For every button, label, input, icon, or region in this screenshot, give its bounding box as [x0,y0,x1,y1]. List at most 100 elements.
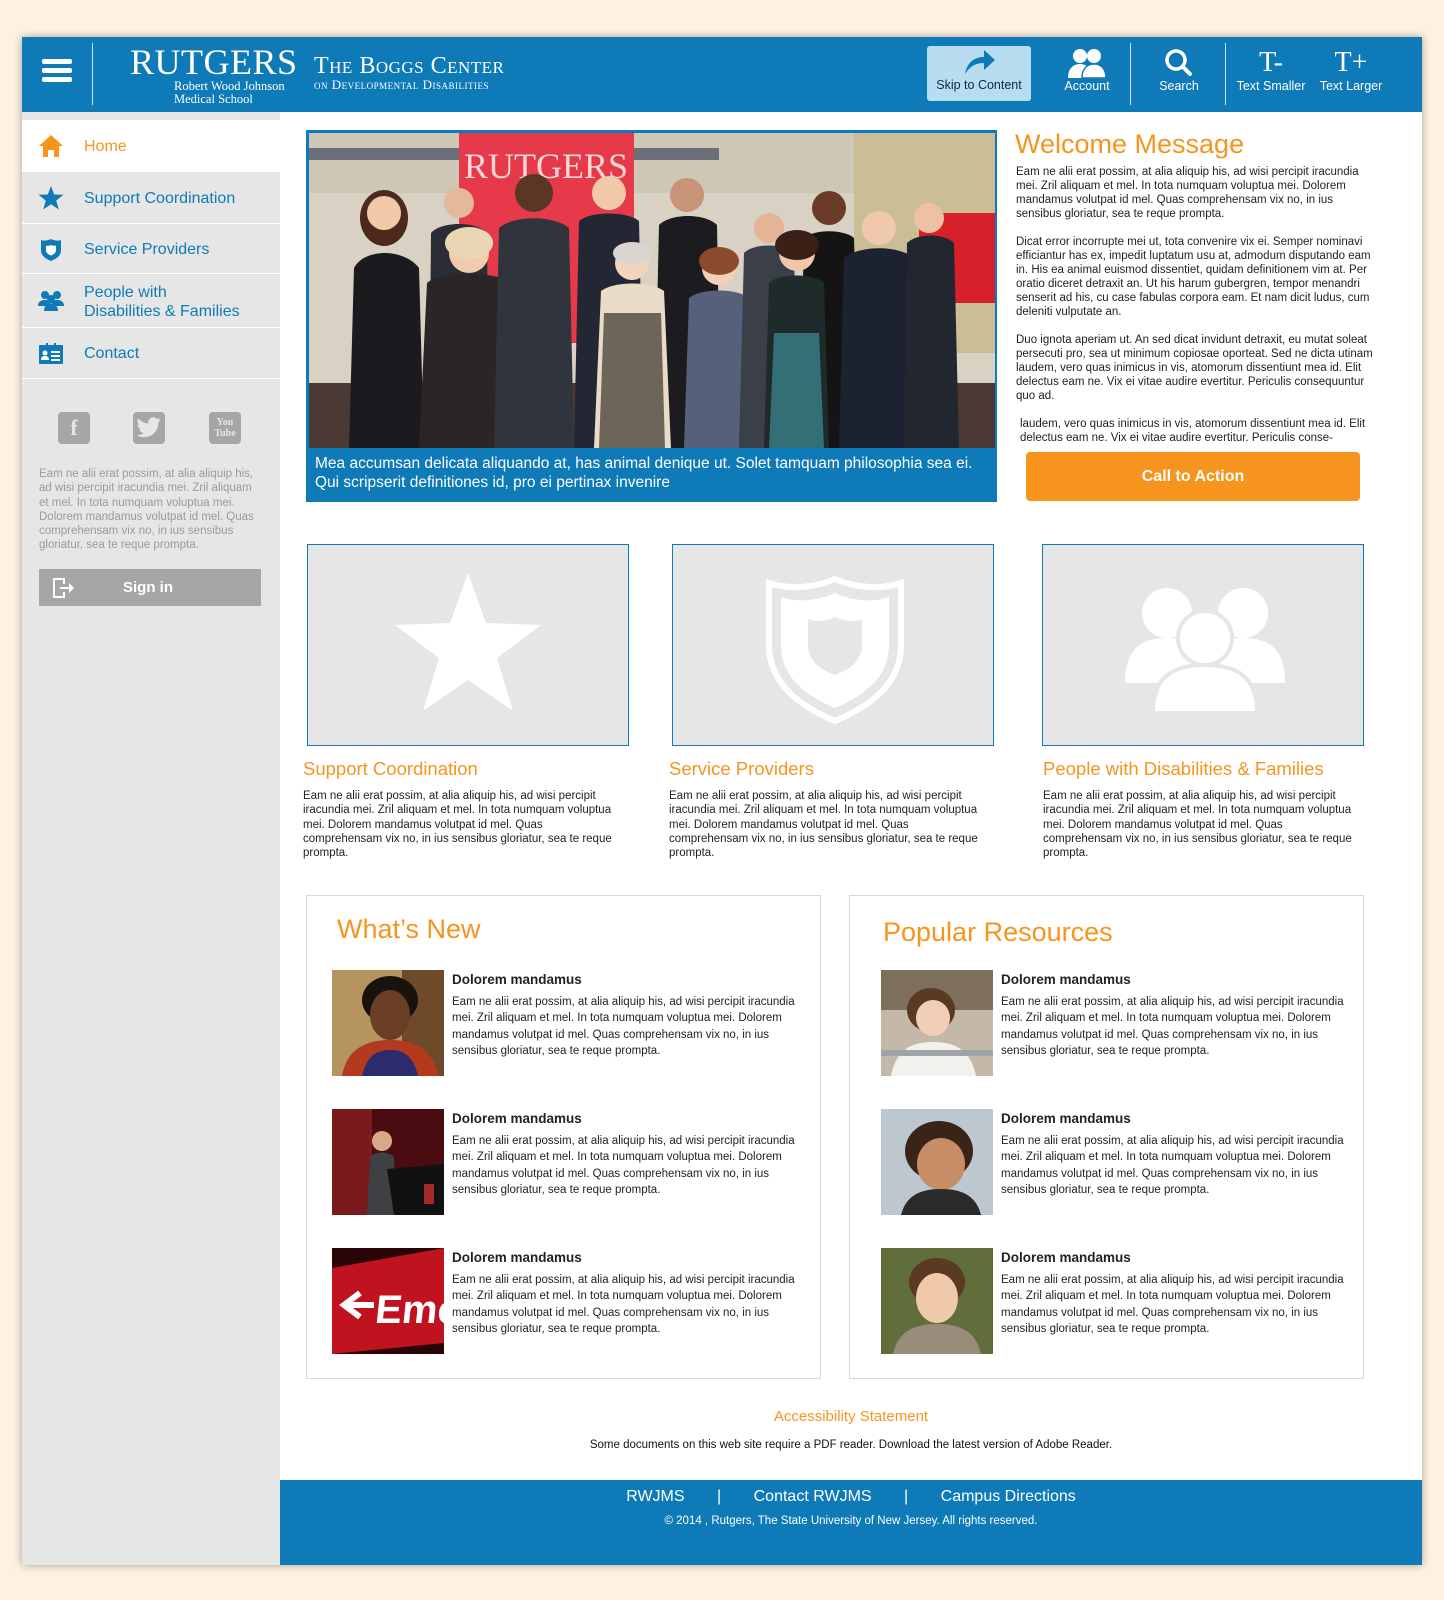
account-icon [1052,47,1122,79]
text-smaller-label: Text Smaller [1236,79,1306,93]
list-item[interactable]: Dolorem mandamus Eam ne alii erat possim… [881,1248,1361,1354]
resource-text: Eam ne alii erat possim, at alia aliquip… [1001,1135,1344,1196]
list-item[interactable]: Dolorem mandamus Eam ne alii erat possim… [881,1109,1361,1215]
news-title[interactable]: Dolorem mandamus [452,1250,582,1265]
list-item[interactable]: Emerg Dolorem mandamus Eam ne alii erat … [332,1248,812,1354]
sidebar: Home Support Coordination Service Provid… [22,112,280,1565]
search-label: Search [1159,79,1199,93]
footer-separator: | [904,1488,909,1505]
news-thumbnail [332,1109,444,1215]
news-text: Eam ne alii erat possim, at alia aliquip… [452,1274,795,1335]
people-card-title[interactable]: People with Disabilities & Families [1043,758,1324,780]
support-coordination-card-image[interactable] [307,544,629,746]
text-larger-label: Text Larger [1319,79,1383,93]
sidebar-description: Eam ne alii erat possim, at alia aliquip… [39,468,254,552]
welcome-paragraph: laudem, vero quas inimicus in vis, atomo… [1020,418,1366,444]
footer-link-contact-rwjms[interactable]: Contact RWJMS [754,1488,872,1506]
support-coordination-card-text: Eam ne alii erat possim, at alia aliquip… [303,790,612,860]
news-text: Eam ne alii erat possim, at alia aliquip… [452,996,795,1057]
sidebar-item-contact[interactable]: Contact [22,329,280,379]
sidebar-item-label: Home [84,138,127,155]
sidebar-item-label: Support Coordination [84,190,236,207]
resource-title[interactable]: Dolorem mandamus [1001,1111,1131,1126]
sidebar-item-label-multiline: People with Disabilities & Families [84,283,240,321]
sidebar-item-service-providers[interactable]: Service Providers [22,225,280,274]
resource-thumbnail [881,1248,993,1354]
text-larger-button[interactable]: T+ Text Larger [1314,47,1388,102]
youtube-icon[interactable]: You Tube [209,412,241,444]
hero-photo: RUTGERS [309,133,995,448]
footer-link-campus-directions[interactable]: Campus Directions [941,1488,1076,1506]
header-divider [1130,43,1131,105]
resource-title[interactable]: Dolorem mandamus [1001,972,1131,987]
sign-in-button[interactable]: Sign in [39,569,261,606]
resource-thumbnail [881,1109,993,1215]
center-name-line-1: The Boggs Center [314,53,505,79]
sidebar-item-support-coordination[interactable]: Support Coordination [22,173,280,224]
accessibility-statement-label[interactable]: Accessibility Statement [774,1408,928,1425]
account-button[interactable]: Account [1052,47,1122,102]
forward-arrow-icon [927,46,1031,78]
site-header: RUTGERS Robert Wood Johnson Medical Scho… [22,37,1422,112]
resource-thumbnail [881,970,993,1076]
list-item[interactable]: Dolorem mandamus Eam ne alii erat possim… [332,970,812,1076]
sidebar-item-home[interactable]: Home [22,120,280,172]
support-coordination-card-title[interactable]: Support Coordination [303,758,478,780]
hero-caption: Mea accumsan delicata aliquando at, has … [315,455,973,491]
sign-in-icon [51,577,75,603]
search-button[interactable]: Search [1146,47,1212,102]
resource-title[interactable]: Dolorem mandamus [1001,1250,1131,1265]
emergency-sign-text: Emerg [373,1288,444,1332]
footer-separator: | [717,1488,722,1505]
list-item[interactable]: Dolorem mandamus Eam ne alii erat possim… [332,1109,812,1215]
skip-to-content-button[interactable]: Skip to Content [927,46,1031,101]
copyright-text: © 2014 , Rutgers, The State University o… [664,1515,1038,1527]
skip-to-content-label: Skip to Content [936,78,1022,92]
people-icon [1125,583,1285,718]
list-item[interactable]: Dolorem mandamus Eam ne alii erat possim… [881,970,1361,1076]
popular-resources-title: Popular Resources [883,917,1113,947]
welcome-title: Welcome Message [1015,129,1245,159]
rutgers-logo[interactable]: RUTGERS [130,41,298,83]
home-icon [38,134,64,158]
service-providers-card-text: Eam ne alii erat possim, at alia aliquip… [669,790,978,860]
call-to-action-button[interactable]: Call to Action [1026,452,1360,501]
site-footer: RWJMS | Contact RWJMS | Campus Direction… [280,1480,1422,1565]
shield-icon [38,238,64,262]
pdf-reader-note: Some documents on this web site require … [589,1439,1113,1451]
twitter-icon[interactable]: t [133,412,165,444]
sidebar-item-label: Contact [84,345,140,362]
center-name-line-2: on Developmental Disabilities [314,77,490,92]
accessibility-statement-link[interactable]: Accessibility Statement [280,1408,1422,1425]
star-icon [38,186,64,210]
news-title[interactable]: Dolorem mandamus [452,1111,582,1126]
text-smaller-button[interactable]: T- Text Smaller [1232,47,1310,102]
menu-icon[interactable] [42,59,72,89]
welcome-paragraph: Duo ignota aperiam ut. An sed dicat invi… [1016,334,1373,402]
news-title[interactable]: Dolorem mandamus [452,972,582,987]
whats-new-title: What’s New [337,914,481,944]
welcome-paragraph: Eam ne alii erat possim, at alia aliquip… [1016,166,1359,220]
rwjms-logo-subtitle: Robert Wood Johnson Medical School [174,80,285,106]
news-text: Eam ne alii erat possim, at alia aliquip… [452,1135,795,1196]
news-thumbnail: Emerg [332,1248,444,1354]
facebook-icon[interactable]: f [58,412,90,444]
boggs-center-name[interactable]: The Boggs Center on Developmental Disabi… [314,54,504,92]
footer-link-rwjms[interactable]: RWJMS [626,1488,684,1506]
welcome-paragraph: Dicat error incorrupte mei ut, tota conv… [1016,236,1371,318]
star-icon [393,573,543,718]
sidebar-item-people-with-disabilities[interactable]: People with Disabilities & Families [22,275,280,328]
text-smaller-icon: T- [1259,47,1283,78]
sidebar-item-label-line-2: Disabilities & Families [84,303,240,320]
popular-resources-panel: Popular Resources Dolorem mandamus Eam n… [849,895,1364,1379]
service-providers-card-title[interactable]: Service Providers [669,758,814,780]
service-providers-card-image[interactable] [672,544,994,746]
people-icon [38,289,64,313]
text-larger-icon: T+ [1334,47,1368,78]
people-card-image[interactable] [1042,544,1364,746]
hero-feature[interactable]: RUTGERS Mea accumsan delicata aliquando … [306,130,997,502]
shield-icon [763,575,908,730]
news-thumbnail [332,970,444,1076]
sidebar-item-label: Service Providers [84,241,210,258]
resource-text: Eam ne alii erat possim, at alia aliquip… [1001,1274,1344,1335]
